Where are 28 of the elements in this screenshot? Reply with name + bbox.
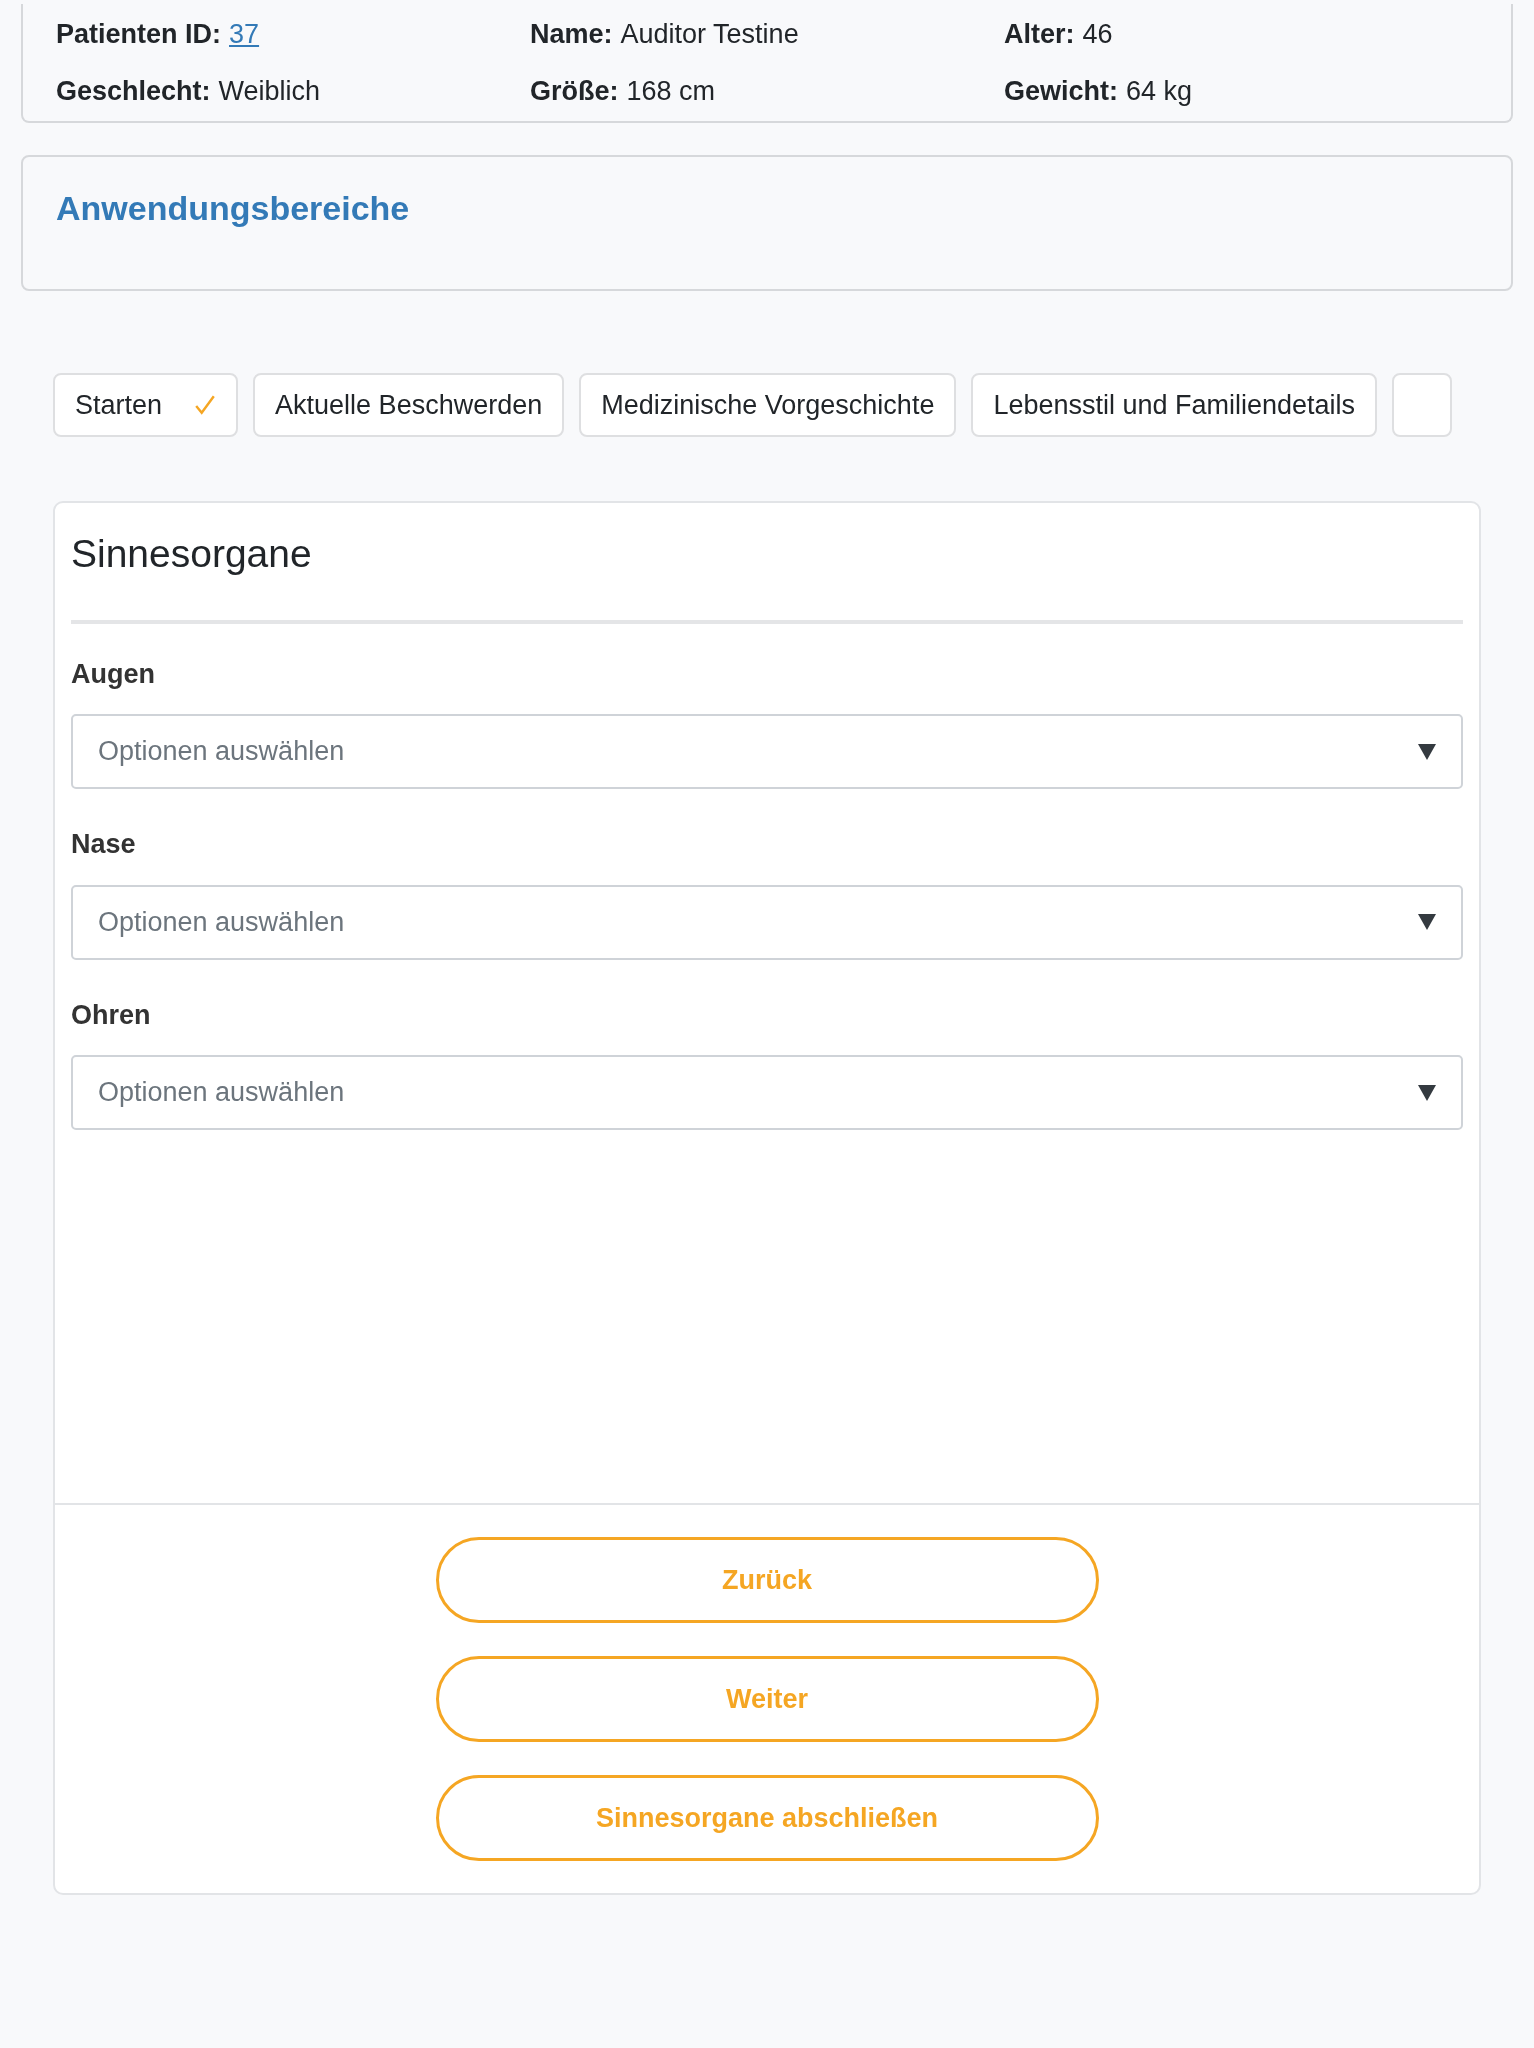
patient-id-link[interactable]: 37 — [229, 14, 260, 55]
field-label: Augen — [71, 657, 156, 691]
step-tab[interactable]: Aktuelle Beschwerden — [253, 373, 565, 437]
field-value: 168 cm — [626, 74, 716, 108]
field-value: Weiblich — [218, 74, 321, 108]
dropdown-arrow-icon — [1418, 914, 1436, 930]
field-value: Auditor Testine — [620, 18, 799, 51]
field-label: Alter: — [1004, 18, 1075, 51]
field-label: Name: — [530, 18, 613, 51]
field-label: Größe: — [530, 74, 619, 108]
select-field[interactable]: Optionen auswählen — [71, 884, 1463, 960]
select-field[interactable]: Optionen auswählen — [71, 1055, 1463, 1130]
field-value: 46 — [1082, 18, 1113, 51]
step-tab[interactable]: Starten — [53, 373, 239, 437]
dropdown-arrow-icon — [1418, 743, 1436, 760]
field-label: Patienten ID: — [56, 18, 222, 51]
field-label: Nase — [71, 828, 137, 861]
field-label: Geschlecht: — [56, 74, 211, 108]
form-title: Sinnesorgane — [71, 503, 1463, 624]
dropdown-arrow-icon — [1418, 1084, 1436, 1101]
select-field[interactable]: Optionen auswählen — [71, 714, 1463, 789]
field-label: Ohren — [71, 998, 152, 1032]
field-value: 64 kg — [1126, 74, 1193, 108]
step-tab[interactable]: Medizinische Vorgeschichte — [579, 373, 957, 437]
section-title: Anwendungsbereiche — [56, 188, 411, 229]
partial-tab[interactable] — [1392, 373, 1453, 437]
step-tab[interactable]: Lebensstil und Familiendetails — [971, 373, 1378, 437]
field-label: Gewicht: — [1004, 74, 1118, 108]
